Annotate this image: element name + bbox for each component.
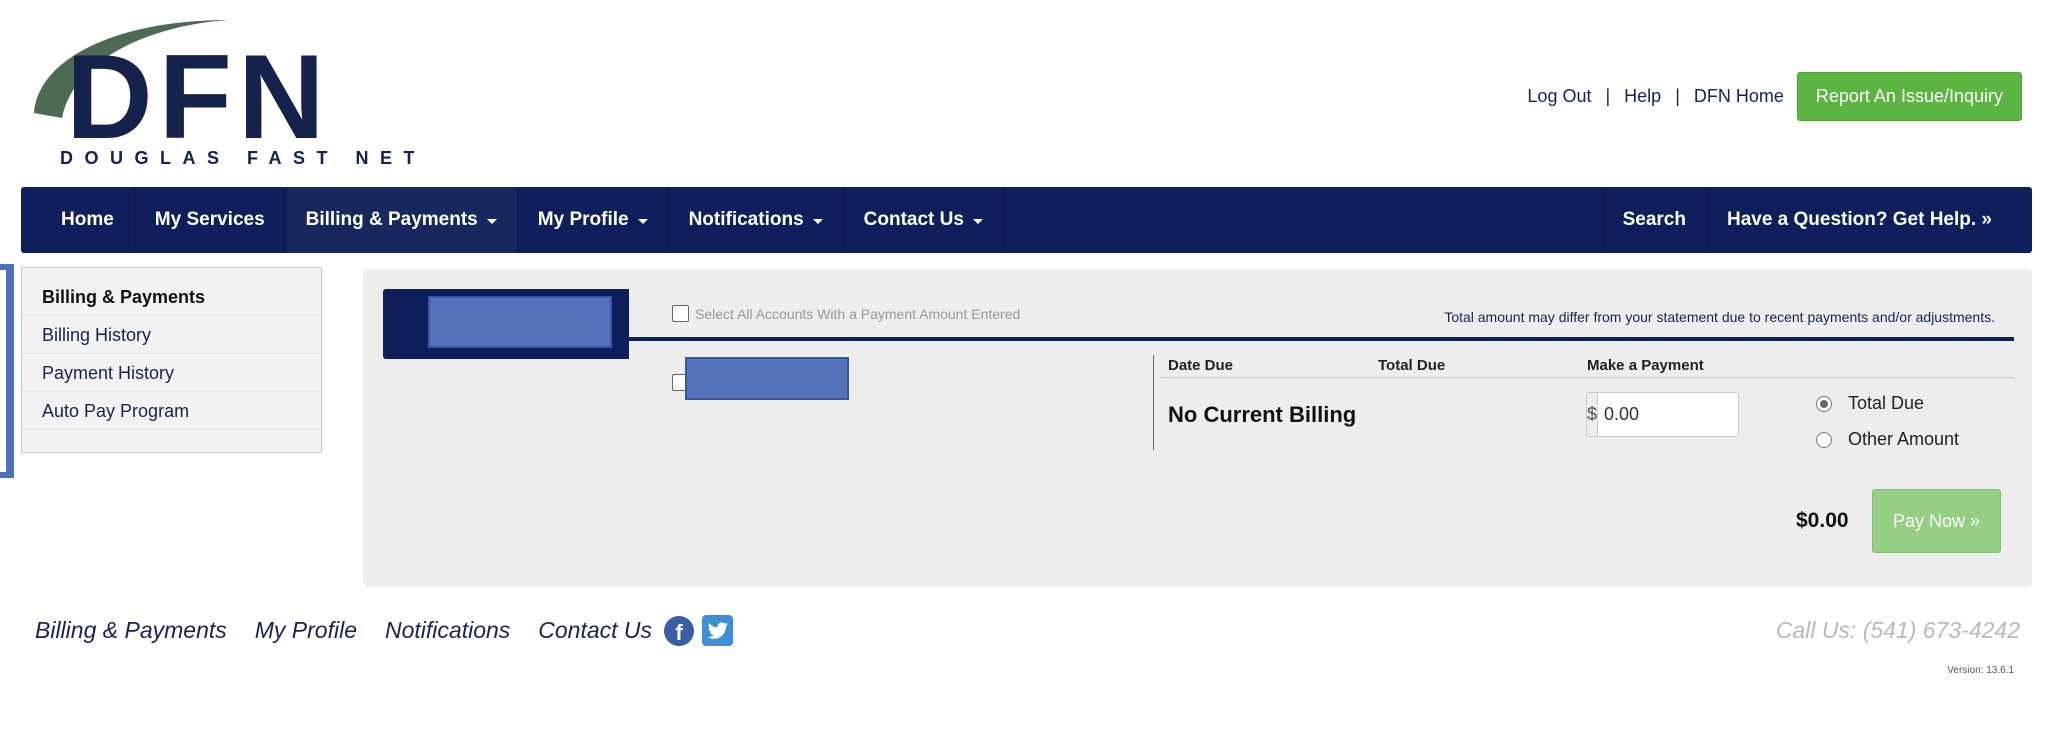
billing-status: No Current Billing (1168, 402, 1357, 427)
footer-link-profile[interactable]: My Profile (255, 617, 357, 644)
nav-my-profile[interactable]: My Profile (518, 187, 669, 253)
dfn-logo[interactable]: DFN (28, 18, 428, 168)
footer-link-billing[interactable]: Billing & Payments (35, 617, 227, 644)
facebook-icon[interactable]: f (664, 615, 695, 646)
log-out-link[interactable]: Log Out (1527, 86, 1591, 107)
caret-down-icon (486, 218, 497, 224)
report-issue-button[interactable]: Report An Issue/Inquiry (1796, 72, 2022, 121)
help-link[interactable]: Help (1624, 86, 1661, 107)
col-make-payment: Make a Payment (1587, 357, 1704, 374)
nav-notifications[interactable]: Notifications (669, 187, 844, 253)
nav-contact-us[interactable]: Contact Us (844, 187, 1004, 253)
account-tab[interactable] (383, 289, 629, 359)
sidebar-item-payment-history[interactable]: Payment History (22, 354, 321, 392)
sidebar-item-auto-pay[interactable]: Auto Pay Program (22, 392, 321, 430)
tab-underline (629, 337, 2014, 341)
footer-link-contact[interactable]: Contact Us (538, 617, 652, 644)
nav-billing-payments[interactable]: Billing & Payments (285, 187, 518, 253)
payment-amount-input[interactable] (1598, 393, 1843, 436)
caret-down-icon (637, 218, 648, 224)
footer-nav: Billing & Payments My Profile Notificati… (35, 615, 734, 646)
social-links: f (664, 615, 734, 646)
twitter-icon[interactable] (702, 615, 734, 646)
sidebar-item-billing-history[interactable]: Billing History (22, 316, 321, 354)
radio-button[interactable] (1816, 395, 1832, 412)
radio-total-due[interactable]: Total Due (1816, 393, 1924, 414)
sidebar-item-billing-payments[interactable]: Billing & Payments (22, 278, 321, 316)
billing-panel: Select All Accounts With a Payment Amoun… (363, 269, 2032, 587)
radio-button[interactable] (1816, 431, 1832, 448)
column-divider (1153, 355, 1154, 450)
radio-other-amount[interactable]: Other Amount (1816, 429, 1959, 450)
caret-down-icon (812, 218, 823, 224)
header-divider (1161, 377, 2014, 378)
col-date-due: Date Due (1168, 357, 1234, 374)
select-all-accounts: Select All Accounts With a Payment Amoun… (672, 305, 1020, 322)
payment-total: $0.00 (1796, 509, 1849, 532)
nav-my-services[interactable]: My Services (135, 187, 286, 253)
sidebar-menu: Billing & Payments Billing History Payme… (21, 267, 322, 453)
call-us-phone: Call Us: (541) 673-4242 (1775, 617, 2020, 643)
redacted-account-name (428, 296, 612, 348)
currency-addon: $ (1587, 393, 1599, 436)
nav-home[interactable]: Home (21, 187, 135, 253)
payment-amount-group: $ (1586, 392, 1843, 437)
svg-text:DFN: DFN (66, 30, 331, 164)
select-all-label: Select All Accounts With a Payment Amoun… (695, 305, 1021, 322)
footer-link-notifications[interactable]: Notifications (385, 617, 510, 644)
amount-disclaimer: Total amount may differ from your statem… (1444, 309, 1995, 325)
redacted-account-number (685, 357, 849, 400)
col-total-due: Total Due (1378, 357, 1446, 374)
pay-now-button[interactable]: Pay Now » (1872, 489, 2001, 553)
logo-tagline: DOUGLAS FAST NET (60, 148, 427, 168)
version-label: Version: 13.6.1 (1947, 665, 2014, 676)
main-nav: Home My Services Billing & Payments My P… (21, 187, 2032, 253)
caret-down-icon (972, 218, 983, 224)
nav-search[interactable]: Search (1601, 187, 1706, 253)
nav-get-help[interactable]: Have a Question? Get Help. » (1705, 187, 2032, 253)
select-all-checkbox[interactable] (672, 305, 689, 322)
header-links: Log Out | Help | DFN Home Report An Issu… (1527, 72, 2022, 121)
left-accent-bar (0, 264, 14, 478)
dfn-home-link[interactable]: DFN Home (1694, 86, 1784, 107)
logo-graphic: DFN (34, 20, 331, 164)
